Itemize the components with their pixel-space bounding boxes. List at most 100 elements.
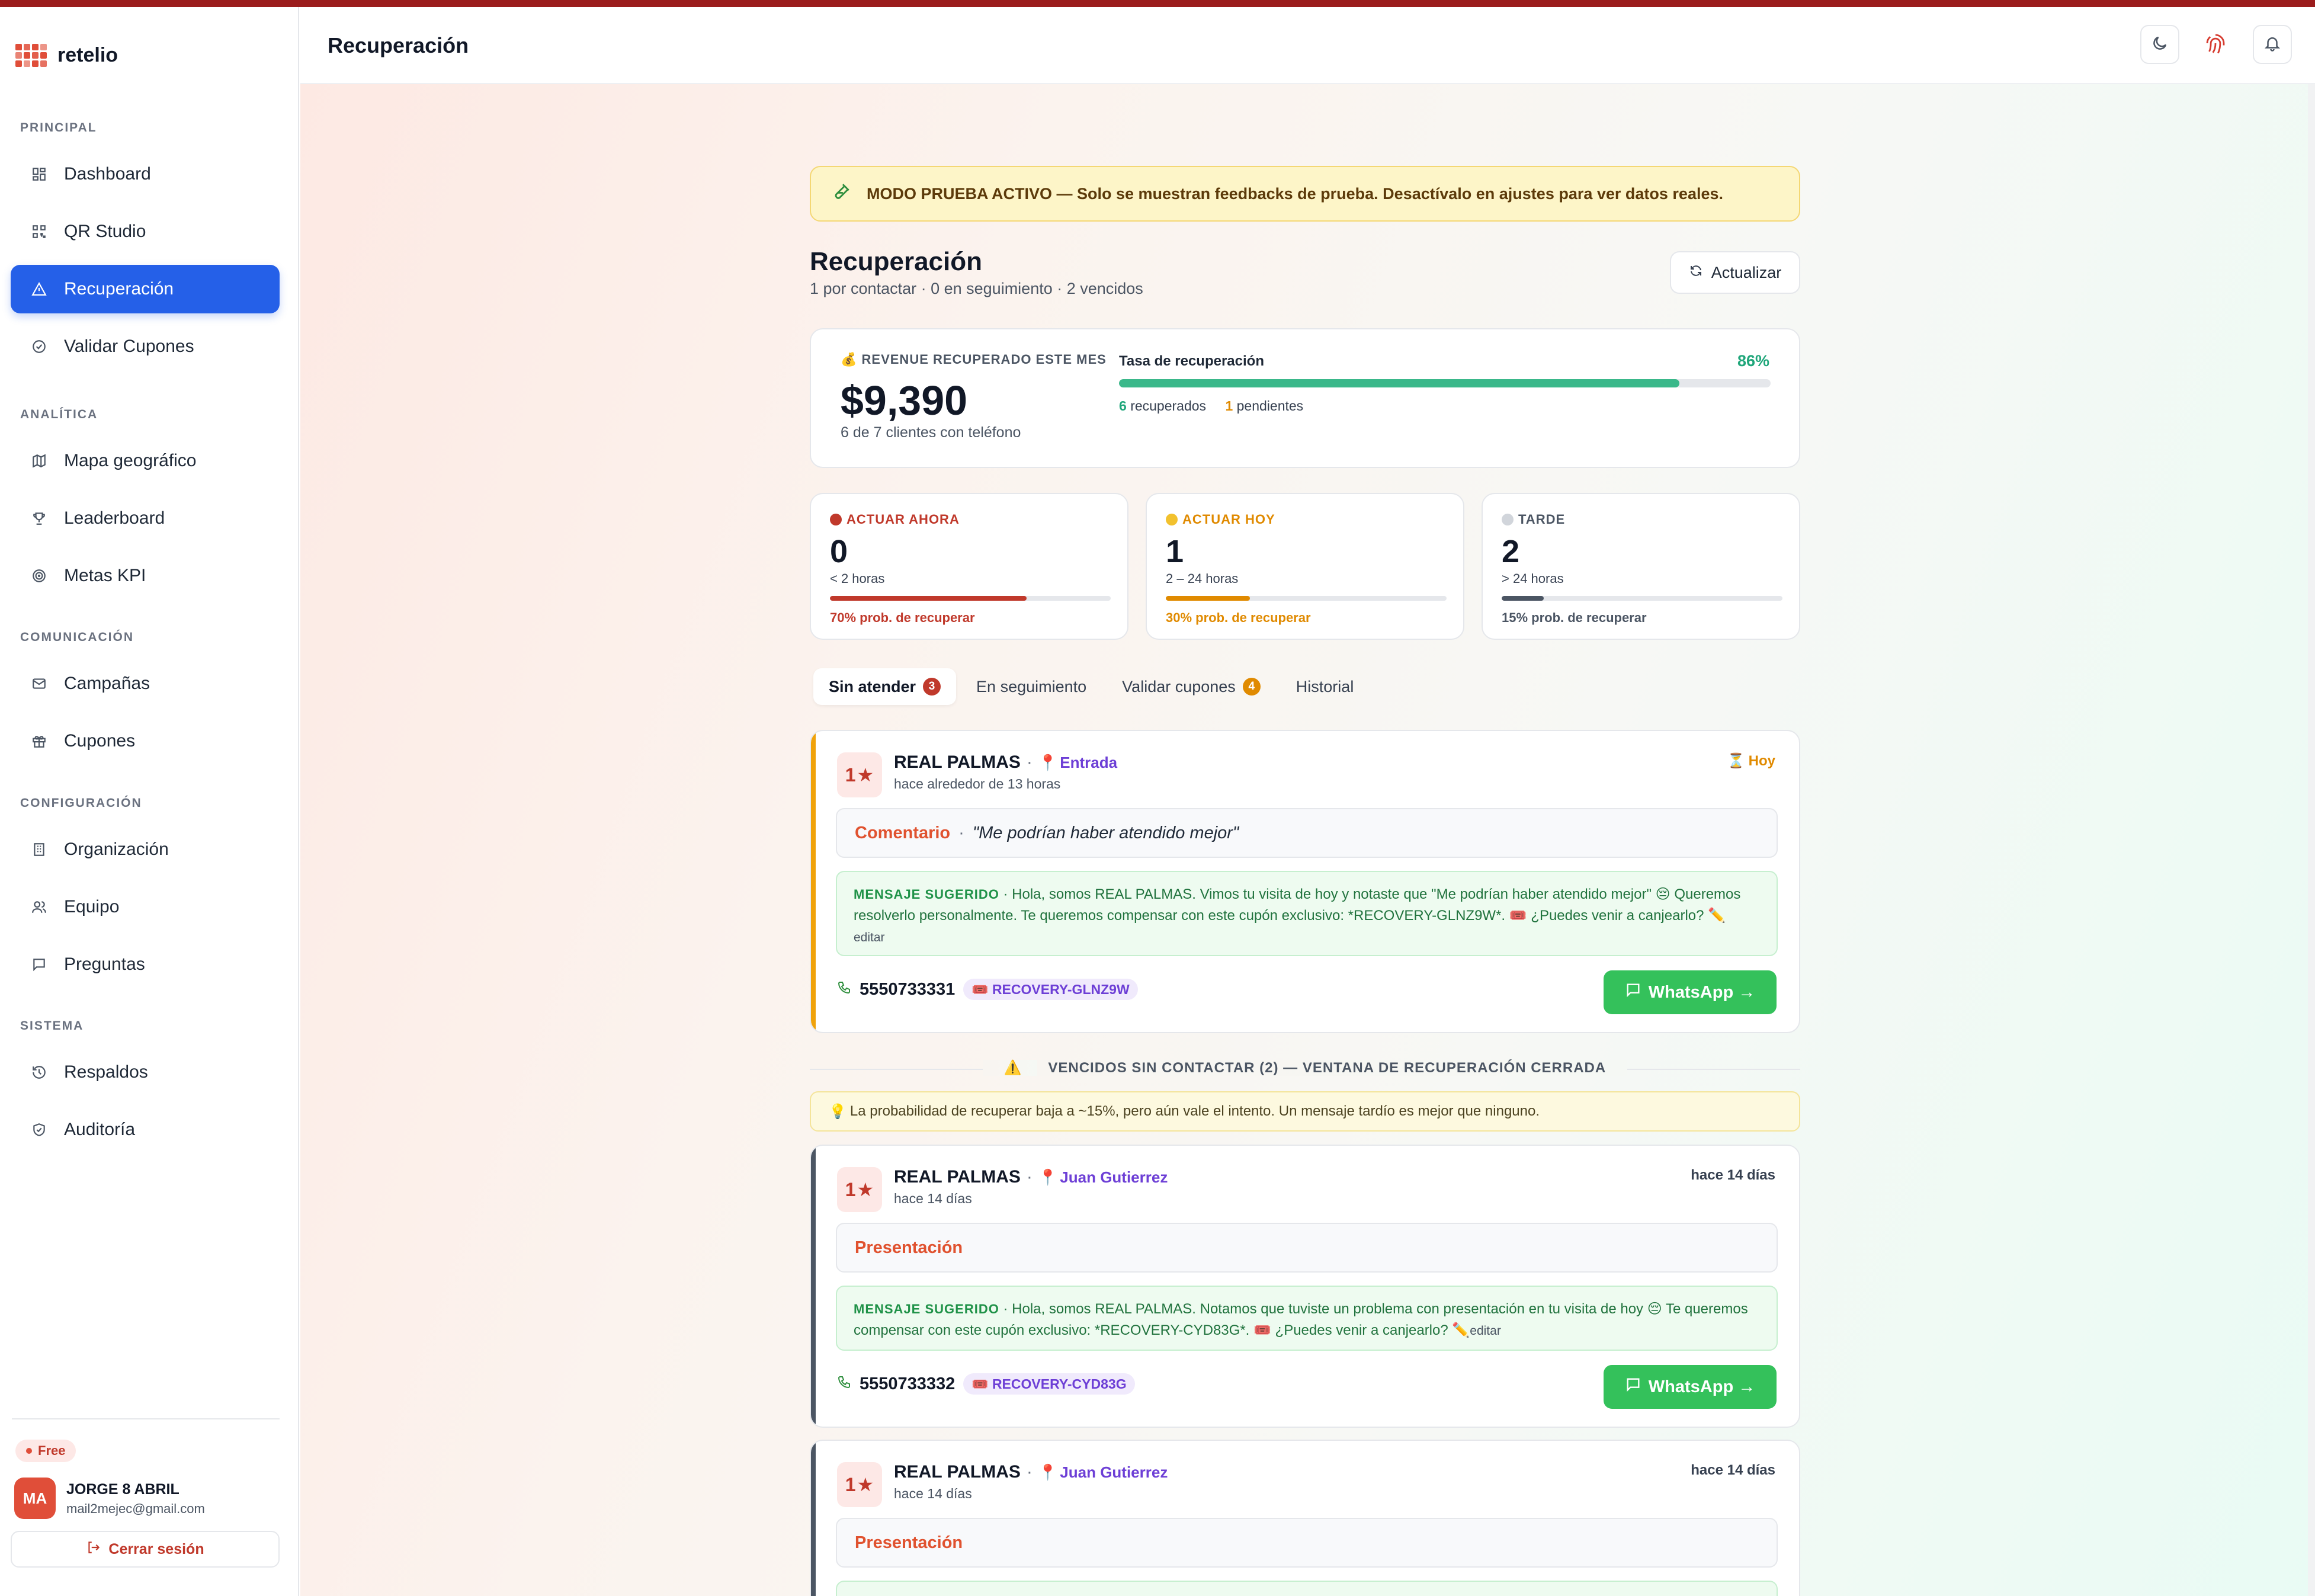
tab-badge: 4 [1242,678,1261,696]
feedback-time: hace alrededor de 13 horas [894,776,1061,791]
tab-historial[interactable]: Historial [1281,668,1370,705]
recovery-rate-fill [1119,379,1679,387]
dashboard-icon [30,165,49,184]
sidebar-divider [12,1418,280,1419]
pin-icon: 📍 [1038,753,1058,771]
app-logo[interactable]: retelio [15,44,118,67]
message-square-icon [30,955,49,974]
customer-phone: 5550733331 🎟️ RECOVERY-GLNZ9W [837,979,1138,1000]
fingerprint-button[interactable] [2196,25,2235,64]
priority-card-now[interactable]: ACTUAR AHORA 0 < 2 horas 70% prob. de re… [810,493,1128,640]
sidebar-item-label: Preguntas [64,954,145,974]
priority-prob-bar [1166,596,1447,601]
red-dot-icon [830,514,842,525]
chat-icon [1625,982,1641,1003]
priority-prob-fill [1502,596,1544,601]
alert-triangle-icon [30,280,49,299]
priority-prob-fill [1166,596,1251,601]
recovery-rate-label: Tasa de recuperación [1119,353,1264,369]
priority-label: ACTUAR HOY [1166,512,1275,527]
priority-label: TARDE [1502,512,1565,527]
status-badge: hace 14 días [1691,1167,1775,1183]
users-icon [30,898,49,916]
check-circle-icon [30,337,49,356]
refresh-button[interactable]: Actualizar [1670,251,1800,294]
logo-mark-icon [15,44,47,67]
logout-button[interactable]: Cerrar sesión [11,1531,280,1568]
tab-sin-atender[interactable]: Sin atender 3 [813,668,957,705]
fingerprint-icon [2203,31,2228,59]
sidebar-item-mapa[interactable]: Mapa geográfico [11,437,280,485]
sidebar-item-label: Campañas [64,674,150,693]
priority-card-today[interactable]: ACTUAR HOY 1 2 – 24 horas 30% prob. de r… [1146,493,1464,640]
revenue-card: 💰 REVENUE RECUPERADO ESTE MES $9,390 6 d… [810,328,1800,468]
sidebar-item-auditoria[interactable]: Auditoría [11,1105,280,1154]
sidebar-item-cupones[interactable]: Cupones [11,717,280,765]
feedback-comment: Comentario · "Me podrían haber atendido m… [836,808,1778,858]
tab-en-seguimiento[interactable]: En seguimiento [961,668,1102,705]
sidebar-item-qr-studio[interactable]: QR Studio [11,207,280,256]
chat-icon [1625,1376,1641,1398]
feedback-time: hace 14 días [894,1191,972,1206]
sidebar-item-campanas[interactable]: Campañas [11,659,280,708]
sidebar-item-preguntas[interactable]: Preguntas [11,940,280,989]
feedback-header: REAL PALMAS · 📍 Entrada [894,752,1118,772]
priority-count: 1 [1166,534,1184,569]
priority-window: > 24 horas [1502,571,1564,586]
target-icon [30,566,49,585]
sidebar-item-validar-cupones[interactable]: Validar Cupones [11,322,280,371]
edit-message-link[interactable]: editar [854,931,885,944]
scrollbar[interactable] [2308,84,2315,1596]
location-link[interactable]: 📍 Entrada [1038,754,1117,772]
history-icon [30,1063,49,1082]
plan-badge: Free [15,1440,76,1462]
sidebar-item-dashboard[interactable]: Dashboard [11,150,280,198]
sidebar-item-organizacion[interactable]: Organización [11,825,280,874]
star-icon: ★ [857,764,874,786]
lightbulb-icon: 💡 [829,1103,847,1120]
whatsapp-button[interactable]: WhatsApp → [1604,970,1777,1014]
phone-icon [837,1374,851,1394]
sidebar-item-label: Recuperación [64,279,174,299]
coupon-code-badge[interactable]: 🎟️ RECOVERY-GLNZ9W [963,979,1138,1000]
priority-card-late[interactable]: TARDE 2 > 24 horas 15% prob. de recupera… [1482,493,1800,640]
sidebar-item-label: Dashboard [64,164,151,184]
sidebar-item-respaldos[interactable]: Respaldos [11,1048,280,1097]
main-content: MODO PRUEBA ACTIVO — Solo se muestran fe… [300,84,2315,1596]
priority-probability: 70% prob. de recuperar [830,610,975,625]
notifications-button[interactable] [2253,25,2292,64]
revenue-subtext: 6 de 7 clientes con teléfono [841,424,1021,441]
suggested-message[interactable] [836,1581,1778,1596]
rating-badge: 1 ★ [837,752,882,797]
suggested-message[interactable]: MENSAJE SUGERIDO · Hola, somos REAL PALM… [836,1286,1778,1351]
sidebar-item-equipo[interactable]: Equipo [11,883,280,931]
star-icon: ★ [857,1474,874,1495]
rating-badge: 1 ★ [837,1167,882,1212]
avatar[interactable]: MA [14,1478,56,1519]
page-title: Recuperación [810,247,982,276]
suggested-message[interactable]: MENSAJE SUGERIDO · Hola, somos REAL PALM… [836,871,1778,956]
test-mode-banner: MODO PRUEBA ACTIVO — Solo se muestran fe… [810,166,1800,222]
theme-toggle-button[interactable] [2140,25,2179,64]
tab-badge: 3 [923,678,941,696]
priority-window: < 2 horas [830,571,885,586]
location-link[interactable]: 📍 Juan Gutierrez [1038,1463,1168,1482]
sidebar-item-leaderboard[interactable]: Leaderboard [11,494,280,543]
sidebar-item-recuperacion[interactable]: Recuperación [11,265,280,313]
pin-icon: 📍 [1038,1463,1058,1481]
top-accent-stripe [0,0,2315,7]
coupon-code-badge[interactable]: 🎟️ RECOVERY-CYD83G [963,1373,1135,1395]
page-subtitle: 1 por contactar · 0 en seguimiento · 2 v… [810,280,1143,297]
priority-prob-bar [830,596,1111,601]
revenue-label: 💰 REVENUE RECUPERADO ESTE MES [841,352,1107,367]
whatsapp-button[interactable]: WhatsApp → [1604,1365,1777,1409]
sidebar-item-metas-kpi[interactable]: Metas KPI [11,552,280,600]
nav-section-sistema: SISTEMA [20,1019,84,1033]
top-header: Recuperación [300,7,2315,84]
status-badge: hace 14 días [1691,1462,1775,1478]
feedback-time: hace 14 días [894,1486,972,1501]
priority-count: 0 [830,534,848,569]
edit-message-link[interactable]: editar [1470,1324,1501,1338]
tab-validar-cupones[interactable]: Validar cupones 4 [1107,668,1276,705]
location-link[interactable]: 📍 Juan Gutierrez [1038,1168,1168,1187]
